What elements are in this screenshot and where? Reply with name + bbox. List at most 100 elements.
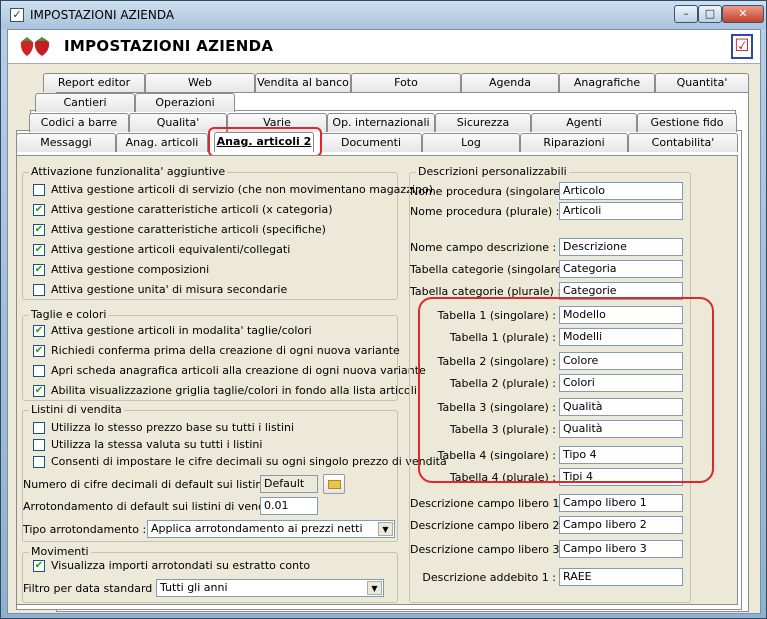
tab-anagrafiche[interactable]: Anagrafiche bbox=[559, 73, 655, 92]
close-button[interactable]: ✕ bbox=[722, 5, 764, 23]
checkbox-label: Utilizza la stessa valuta su tutti i lis… bbox=[51, 438, 263, 451]
tab-anag-articoli[interactable]: Anag. articoli bbox=[116, 133, 208, 152]
checkbox-box[interactable]: ✔ bbox=[33, 324, 45, 337]
app-icon: ✓ bbox=[10, 8, 24, 22]
tab-web[interactable]: Web bbox=[145, 73, 255, 92]
tipo-arrotondamento-select[interactable]: Applica arrotondamento ai prezzi netti ▼ bbox=[147, 520, 395, 538]
checkbox-apri-scheda[interactable]: Apri scheda anagrafica articoli alla cre… bbox=[33, 364, 426, 377]
checkbox-cifre-decimali[interactable]: Consenti di impostare le cifre decimali … bbox=[33, 455, 447, 468]
tabelle-highlight bbox=[418, 297, 714, 483]
checkbox-griglia-taglie[interactable]: ✔ Abilita visualizzazione griglia taglie/… bbox=[33, 384, 417, 397]
checkbox-taglie-colori[interactable]: ✔ Attiva gestione articoli in modalita' t… bbox=[33, 324, 312, 337]
tab-operazioni[interactable]: Operazioni bbox=[135, 93, 235, 112]
desc-label: Descrizione campo libero 1 : bbox=[410, 497, 567, 510]
checkbox-label: Attiva gestione composizioni bbox=[51, 263, 210, 276]
chevron-down-icon[interactable]: ▼ bbox=[378, 522, 393, 536]
tab-contabilita[interactable]: Contabilita' bbox=[628, 133, 738, 152]
tab-cantieri[interactable]: Cantieri bbox=[35, 93, 135, 112]
tab-quantita[interactable]: Quantita' bbox=[655, 73, 749, 92]
group-descrizioni: Descrizioni personalizzabili Nome proced… bbox=[409, 165, 714, 603]
checkbox-box[interactable]: ✔ bbox=[33, 243, 45, 256]
checkbox-box[interactable] bbox=[33, 364, 45, 377]
group-descrizioni-title: Descrizioni personalizzabili bbox=[416, 165, 569, 178]
tab-log[interactable]: Log bbox=[422, 133, 520, 152]
header-banner: IMPOSTAZIONI AZIENDA ☑ bbox=[8, 30, 760, 64]
decimali-label: Numero di cifre decimali di default sui … bbox=[23, 478, 273, 491]
checkbox-box[interactable] bbox=[33, 421, 45, 434]
checkbox-stesso-prezzo[interactable]: Utilizza lo stesso prezzo base su tutti … bbox=[33, 421, 294, 434]
checkbox-box[interactable]: ✔ bbox=[33, 344, 45, 357]
checkbox-label: Abilita visualizzazione griglia taglie/c… bbox=[51, 384, 417, 397]
desc-input[interactable]: Campo libero 1 bbox=[559, 494, 683, 512]
checkbox-box[interactable] bbox=[33, 283, 45, 296]
desc-label: Descrizione campo libero 3 : bbox=[410, 543, 567, 556]
tab-content-panel: Attivazione funzionalita' aggiuntive Att… bbox=[16, 155, 738, 605]
title-bar[interactable]: ✓ IMPOSTAZIONI AZIENDA – □ ✕ bbox=[1, 1, 766, 29]
checkbox-stessa-valuta[interactable]: Utilizza la stessa valuta su tutti i lis… bbox=[33, 438, 262, 451]
decimali-field[interactable]: Default bbox=[260, 475, 318, 493]
checkbox-conferma-variante[interactable]: ✔ Richiedi conferma prima della creazione… bbox=[33, 344, 400, 357]
checkbox-box[interactable]: ✔ bbox=[33, 384, 45, 397]
desc-input[interactable]: RAEE bbox=[559, 568, 683, 586]
checkbox-articoli-equivalenti[interactable]: ✔ Attiva gestione articoli equivalenti/co… bbox=[33, 243, 290, 256]
strawberries-logo bbox=[20, 37, 50, 56]
checkbox-box[interactable] bbox=[33, 438, 45, 451]
desc-label: Nome procedura (singolare) : bbox=[410, 185, 572, 198]
desc-input[interactable]: Campo libero 2 bbox=[559, 516, 683, 534]
checkbox-label: Visualizza importi arrotondati su estrat… bbox=[51, 559, 311, 572]
checkbox-label: Apri scheda anagrafica articoli alla cre… bbox=[51, 364, 426, 377]
checkbox-box[interactable]: ✔ bbox=[33, 223, 45, 236]
checkbox-box[interactable]: ✔ bbox=[33, 203, 45, 216]
tab-sicurezza[interactable]: Sicurezza bbox=[435, 113, 531, 132]
desc-input[interactable]: Categoria bbox=[559, 260, 683, 278]
group-movimenti-title: Movimenti bbox=[29, 545, 91, 558]
desc-input[interactable]: Campo libero 3 bbox=[559, 540, 683, 558]
tab-codici-a-barre[interactable]: Codici a barre bbox=[29, 113, 129, 132]
checkbox-label: Attiva gestione articoli equivalenti/col… bbox=[51, 243, 291, 256]
filtro-data-value: Tutti gli anni bbox=[160, 581, 228, 594]
checkbox-box[interactable] bbox=[33, 183, 45, 196]
desc-label: Tabella categorie (singolare) : bbox=[410, 263, 574, 276]
checkbox-box[interactable]: ✔ bbox=[33, 263, 45, 276]
tab-agenti[interactable]: Agenti bbox=[531, 113, 637, 132]
checkbox-unita-misura[interactable]: Attiva gestione unita' di misura seconda… bbox=[33, 283, 287, 296]
tipo-arrotondamento-label: Tipo arrotondamento : bbox=[23, 523, 147, 536]
checkbox-articoli-servizio[interactable]: Attiva gestione articoli di servizio (ch… bbox=[33, 183, 433, 196]
checkbox-box[interactable]: ✔ bbox=[33, 559, 45, 572]
group-attivazione-title: Attivazione funzionalita' aggiuntive bbox=[29, 165, 228, 178]
desc-input[interactable]: Articoli bbox=[559, 202, 683, 220]
tipo-arrotondamento-value: Applica arrotondamento ai prezzi netti bbox=[151, 522, 363, 535]
filtro-data-select[interactable]: Tutti gli anni ▼ bbox=[156, 579, 384, 597]
tab-agenda[interactable]: Agenda bbox=[461, 73, 559, 92]
group-movimenti: Movimenti ✔ Visualizza importi arrotondat… bbox=[22, 545, 398, 603]
checkbox-caratteristiche-specifiche[interactable]: ✔ Attiva gestione caratteristiche articol… bbox=[33, 223, 326, 236]
tab-messaggi[interactable]: Messaggi bbox=[16, 133, 116, 152]
folder-icon[interactable] bbox=[323, 474, 345, 494]
desc-input[interactable]: Articolo bbox=[559, 182, 683, 200]
checkbox-box[interactable] bbox=[33, 455, 45, 468]
checkbox-composizioni[interactable]: ✔ Attiva gestione composizioni bbox=[33, 263, 209, 276]
minimize-button[interactable]: – bbox=[674, 5, 698, 23]
arrotondamento-label: Arrotondamento di default sui listini di… bbox=[23, 500, 287, 513]
group-taglie-colori: Taglie e colori ✔ Attiva gestione articol… bbox=[22, 308, 426, 401]
checkbox-importi-arrotondati[interactable]: ✔ Visualizza importi arrotondati su estra… bbox=[33, 559, 310, 572]
window-title: IMPOSTAZIONI AZIENDA bbox=[30, 8, 175, 22]
checklist-icon[interactable]: ☑ bbox=[731, 34, 753, 59]
tab-gestione-fido[interactable]: Gestione fido bbox=[637, 113, 737, 132]
tab-op-internazionali[interactable]: Op. internazionali bbox=[327, 113, 435, 132]
header-title: IMPOSTAZIONI AZIENDA bbox=[64, 37, 274, 55]
desc-input[interactable]: Descrizione bbox=[559, 238, 683, 256]
checkbox-label: Attiva gestione unita' di misura seconda… bbox=[51, 283, 288, 296]
desc-label: Descrizione campo libero 2 : bbox=[410, 519, 567, 532]
group-taglie-title: Taglie e colori bbox=[29, 308, 109, 321]
chevron-down-icon[interactable]: ▼ bbox=[367, 581, 382, 595]
tab-report-editor[interactable]: Report editor bbox=[43, 73, 145, 92]
tab-vendita-al-banco[interactable]: Vendita al banco bbox=[255, 73, 351, 92]
tab-riparazioni[interactable]: Riparazioni bbox=[520, 133, 628, 152]
checkbox-label: Attiva gestione articoli di servizio (ch… bbox=[51, 183, 434, 196]
tab-foto[interactable]: Foto bbox=[351, 73, 461, 92]
maximize-button[interactable]: □ bbox=[698, 5, 722, 23]
tab-documenti[interactable]: Documenti bbox=[320, 133, 422, 152]
checkbox-caratteristiche-categoria[interactable]: ✔ Attiva gestione caratteristiche articol… bbox=[33, 203, 333, 216]
arrotondamento-input[interactable]: 0.01 bbox=[260, 497, 318, 515]
